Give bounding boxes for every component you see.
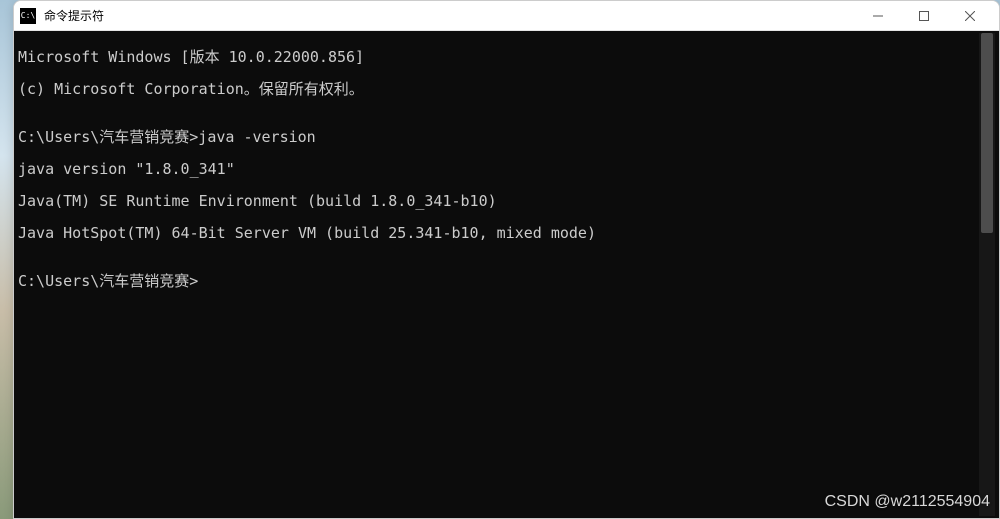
vertical-scrollbar[interactable] xyxy=(979,33,995,516)
window-title: 命令提示符 xyxy=(44,7,855,24)
scrollbar-thumb[interactable] xyxy=(981,33,993,233)
terminal-line: (c) Microsoft Corporation。保留所有权利。 xyxy=(18,81,979,97)
terminal-area[interactable]: Microsoft Windows [版本 10.0.22000.856] (c… xyxy=(14,31,999,518)
window-controls xyxy=(855,1,993,31)
maximize-button[interactable] xyxy=(901,1,947,31)
titlebar[interactable]: C:\ 命令提示符 xyxy=(14,1,999,31)
terminal-line: Microsoft Windows [版本 10.0.22000.856] xyxy=(18,49,979,65)
watermark-text: CSDN @w2112554904 xyxy=(825,493,990,511)
minimize-button[interactable] xyxy=(855,1,901,31)
terminal-line: java version "1.8.0_341" xyxy=(18,161,979,177)
terminal-line: C:\Users\汽车营销竞赛>java -version xyxy=(18,129,979,145)
cmd-icon: C:\ xyxy=(20,8,36,24)
command-prompt-window: C:\ 命令提示符 Microsoft Windows [版本 10.0.220… xyxy=(13,0,1000,519)
terminal-output: Microsoft Windows [版本 10.0.22000.856] (c… xyxy=(18,33,979,516)
close-button[interactable] xyxy=(947,1,993,31)
terminal-prompt: C:\Users\汽车营销竞赛> xyxy=(18,273,979,289)
terminal-line: Java HotSpot(TM) 64-Bit Server VM (build… xyxy=(18,225,979,241)
terminal-line: Java(TM) SE Runtime Environment (build 1… xyxy=(18,193,979,209)
